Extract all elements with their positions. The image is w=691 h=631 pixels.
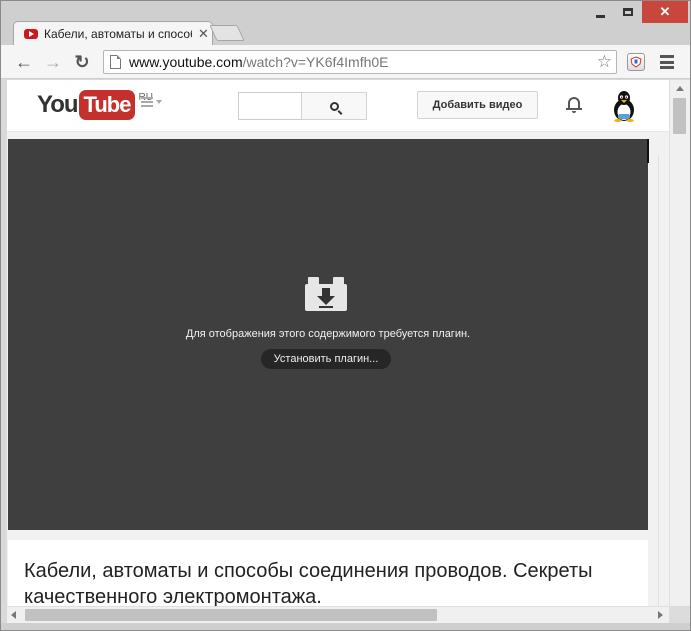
horizontal-scroll-thumb[interactable] <box>25 609 437 621</box>
guide-menu-button[interactable] <box>141 97 162 107</box>
upload-video-button[interactable]: Добавить видео <box>417 91 538 119</box>
new-tab-button[interactable] <box>209 25 245 41</box>
youtube-header: You Tube RU Добавить видео <box>7 80 669 132</box>
search-button[interactable] <box>301 92 367 120</box>
logo-tube: Tube <box>78 90 136 120</box>
url-path: /watch?v=YK6f4Imfh0E <box>242 54 389 70</box>
scroll-right-arrow-icon[interactable] <box>658 611 663 619</box>
bookmark-star-icon[interactable]: ☆ <box>597 52 612 72</box>
browser-toolbar: ← → ↻ www.youtube.com/watch?v=YK6f4Imfh0… <box>1 45 690 79</box>
window-controls: ✕ <box>586 1 688 23</box>
logo-you: You <box>37 91 79 118</box>
scroll-up-arrow-icon[interactable] <box>676 86 684 91</box>
player-edge <box>647 139 649 163</box>
vertical-scrollbar[interactable] <box>669 80 690 606</box>
caret-down-icon <box>156 100 162 104</box>
search-icon <box>329 101 339 111</box>
page-viewport: You Tube RU Добавить видео <box>7 80 669 606</box>
forward-button[interactable]: → <box>42 51 64 73</box>
video-player[interactable]: Для отображения этого содержимого требуе… <box>8 139 648 530</box>
youtube-logo[interactable]: You Tube RU <box>37 90 153 120</box>
sidebar-divider <box>658 155 659 606</box>
minimize-button[interactable] <box>586 1 614 23</box>
window-close-button[interactable]: ✕ <box>642 1 688 23</box>
page-icon <box>110 55 121 69</box>
search-input[interactable] <box>238 92 302 120</box>
horizontal-scrollbar[interactable] <box>7 606 669 623</box>
url-text: www.youtube.com/watch?v=YK6f4Imfh0E <box>129 54 389 70</box>
browser-menu-icon[interactable] <box>660 55 674 69</box>
scroll-left-arrow-icon[interactable] <box>11 611 16 619</box>
title-bar: ✕ Кабели, автоматы и способы соединения … <box>1 1 690 46</box>
youtube-favicon-icon <box>24 29 38 39</box>
tab-title: Кабели, автоматы и способы соединения пр… <box>44 27 192 41</box>
maximize-icon <box>623 8 633 16</box>
address-bar[interactable]: www.youtube.com/watch?v=YK6f4Imfh0E ☆ <box>103 50 617 74</box>
tab-close-icon[interactable]: ✕ <box>198 26 209 42</box>
browser-window: ✕ Кабели, автоматы и способы соединения … <box>0 0 691 631</box>
plugin-required-message: Для отображения этого содержимого требуе… <box>185 328 471 340</box>
minimize-icon <box>595 14 605 18</box>
back-button[interactable]: ← <box>13 51 35 73</box>
scrollbar-corner <box>669 606 690 623</box>
video-info-card: Кабели, автоматы и способы соединения пр… <box>8 540 648 606</box>
reload-button[interactable]: ↻ <box>71 51 93 73</box>
shield-icon <box>630 56 642 68</box>
browser-tab[interactable]: Кабели, автоматы и способы соединения пр… <box>13 21 213 46</box>
plugin-download-icon <box>305 277 347 311</box>
install-plugin-button[interactable]: Установить плагин... <box>261 349 391 369</box>
maximize-button[interactable] <box>614 1 642 23</box>
window-bottom-edge <box>1 623 690 630</box>
video-title: Кабели, автоматы и способы соединения пр… <box>24 560 593 606</box>
extension-icon[interactable] <box>627 53 645 71</box>
url-host: www.youtube.com <box>129 54 243 70</box>
vertical-scroll-thumb[interactable] <box>673 98 686 134</box>
hamburger-icon <box>141 97 153 107</box>
penguin-avatar-icon <box>614 91 634 122</box>
user-avatar[interactable] <box>609 90 639 122</box>
notifications-bell-icon[interactable] <box>566 95 582 113</box>
